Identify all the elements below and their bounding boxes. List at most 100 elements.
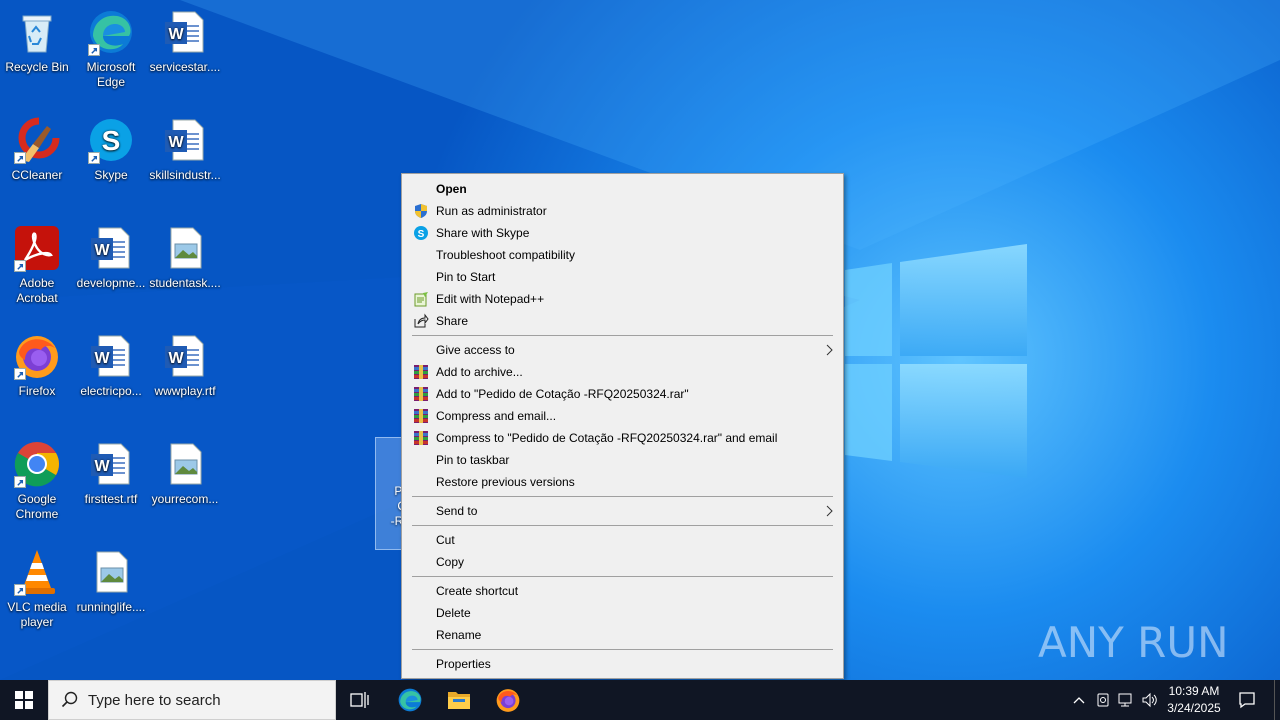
desktop-icon-skype[interactable]: S Skype — [74, 116, 148, 183]
menu-item-edit-with-notepadpp[interactable]: Edit with Notepad++ — [402, 288, 843, 310]
taskbar-file-explorer[interactable] — [435, 680, 483, 720]
menu-item-label: Create shortcut — [436, 584, 519, 598]
svg-text:W: W — [94, 458, 110, 475]
taskbar-edge[interactable] — [386, 680, 434, 720]
winrar-icon — [413, 408, 429, 424]
menu-item-create-shortcut[interactable]: Create shortcut — [402, 580, 843, 602]
menu-item-troubleshoot-compatibility[interactable]: Troubleshoot compatibility — [402, 244, 843, 266]
winrar-icon — [413, 364, 429, 380]
desktop-icon-wwwplay[interactable]: W wwwplay.rtf — [148, 332, 222, 399]
chrome-icon — [13, 440, 61, 488]
desktop-icon-adobe-acrobat[interactable]: Adobe Acrobat — [0, 224, 74, 306]
menu-item-label: Send to — [436, 504, 478, 518]
desktop-icon-electricpo[interactable]: W electricpo... — [74, 332, 148, 399]
desktop-icon-firefox[interactable]: Firefox — [0, 332, 74, 399]
menu-item-label: Share — [436, 314, 469, 328]
edge-icon — [87, 8, 135, 56]
menu-item-pin-to-taskbar[interactable]: Pin to taskbar — [402, 449, 843, 471]
tray-network-button[interactable] — [1116, 690, 1136, 710]
svg-text:S: S — [418, 229, 425, 240]
desktop-icon-label: Google Chrome — [15, 492, 59, 521]
desktop-icon-label: Skype — [94, 168, 128, 182]
menu-item-copy[interactable]: Copy — [402, 551, 843, 573]
desktop-icon-label: CCleaner — [11, 168, 63, 182]
desktop-icon-label: VLC media player — [7, 600, 67, 629]
shortcut-arrow-icon — [88, 44, 100, 56]
desktop-icon-label: skillsindustr... — [149, 168, 221, 182]
menu-item-label: Pin to taskbar — [436, 453, 510, 467]
desktop-icon-runninglife[interactable]: runninglife.... — [74, 548, 148, 615]
desktop-icon-skillsindustr[interactable]: W skillsindustr... — [148, 116, 222, 183]
menu-separator — [402, 493, 843, 500]
menu-item-share-with-skype[interactable]: S Share with Skype — [402, 222, 843, 244]
menu-item-delete[interactable]: Delete — [402, 602, 843, 624]
volume-icon — [1142, 692, 1157, 708]
word-document-icon: W — [161, 332, 209, 380]
menu-item-pin-to-start[interactable]: Pin to Start — [402, 266, 843, 288]
menu-item-label: Share with Skype — [436, 226, 530, 240]
menu-item-compress-and-email[interactable]: Compress and email... — [402, 405, 843, 427]
desktop-icon-yourrecom[interactable]: yourrecom... — [148, 440, 222, 507]
desktop-icon-label: Microsoft Edge — [86, 60, 136, 89]
svg-text:W: W — [168, 26, 184, 43]
menu-item-share[interactable]: Share — [402, 310, 843, 332]
tray-volume-button[interactable] — [1140, 690, 1160, 710]
desktop-icon-firsttest[interactable]: W firsttest.rtf — [74, 440, 148, 507]
file-explorer-icon — [448, 692, 470, 709]
tray-device-icon-button[interactable] — [1093, 690, 1113, 710]
menu-item-restore-previous-versions[interactable]: Restore previous versions — [402, 471, 843, 493]
adobe-acrobat-icon — [13, 224, 61, 272]
clock-time: 10:39 AM — [1168, 684, 1220, 698]
desktop-icon-developme[interactable]: W developme... — [74, 224, 148, 291]
start-button[interactable] — [0, 680, 48, 720]
task-view-button[interactable] — [336, 680, 384, 720]
svg-text:W: W — [94, 350, 110, 367]
desktop-icon-label: electricpo... — [80, 384, 142, 398]
notepadpp-icon — [413, 291, 429, 307]
menu-item-label: Compress and email... — [436, 409, 557, 423]
desktop-icon-google-chrome[interactable]: Google Chrome — [0, 440, 74, 522]
menu-item-label: Delete — [436, 606, 471, 620]
menu-separator — [402, 522, 843, 529]
desktop-icon-servicestar[interactable]: W servicestar.... — [148, 8, 222, 75]
taskbar-search-box[interactable]: Type here to search — [48, 680, 336, 720]
skype-icon: S — [413, 225, 429, 241]
image-file-icon — [161, 224, 209, 272]
firefox-icon — [496, 689, 520, 712]
desktop-icon-recycle-bin[interactable]: Recycle Bin — [0, 8, 74, 75]
desktop-icon-microsoft-edge[interactable]: Microsoft Edge — [74, 8, 148, 90]
desktop-icon-studentask[interactable]: studentask.... — [148, 224, 222, 291]
shortcut-arrow-icon — [14, 476, 26, 488]
anyrun-watermark: ANY RUN — [1038, 608, 1238, 674]
action-center-button[interactable] — [1237, 690, 1257, 710]
menu-item-rename[interactable]: Rename — [402, 624, 843, 646]
desktop-icon-label: developme... — [76, 276, 146, 290]
show-hidden-icons-button[interactable] — [1069, 690, 1089, 710]
watermark-text: ANY RUN — [1038, 618, 1229, 667]
desktop-icon-label: Adobe Acrobat — [16, 276, 58, 305]
desktop-icon-vlc[interactable]: VLC media player — [0, 548, 74, 630]
menu-item-cut[interactable]: Cut — [402, 529, 843, 551]
menu-item-label: Restore previous versions — [436, 475, 575, 489]
menu-separator — [402, 573, 843, 580]
shortcut-arrow-icon — [14, 260, 26, 272]
taskbar-firefox[interactable] — [484, 680, 532, 720]
menu-item-send-to[interactable]: Send to — [402, 500, 843, 522]
menu-item-run-as-administrator[interactable]: Run as administrator — [402, 200, 843, 222]
shortcut-arrow-icon — [14, 368, 26, 380]
desktop-icon-label: runninglife.... — [76, 600, 146, 614]
desktop-icon-ccleaner[interactable]: CCleaner — [0, 116, 74, 183]
show-desktop-button[interactable] — [1274, 680, 1280, 720]
menu-item-compress-to-rar-and-email[interactable]: Compress to "Pedido de Cotação -RFQ20250… — [402, 427, 843, 449]
menu-item-label: Add to archive... — [436, 365, 523, 379]
menu-item-open[interactable]: Open — [402, 178, 843, 200]
menu-item-add-to-archive[interactable]: Add to archive... — [402, 361, 843, 383]
taskbar-clock[interactable]: 10:39 AM 3/24/2025 — [1160, 683, 1228, 717]
menu-separator — [402, 646, 843, 653]
menu-item-properties[interactable]: Properties — [402, 653, 843, 675]
svg-text:S: S — [102, 125, 121, 156]
menu-item-add-to-rar[interactable]: Add to "Pedido de Cotação -RFQ20250324.r… — [402, 383, 843, 405]
menu-item-give-access-to[interactable]: Give access to — [402, 339, 843, 361]
shortcut-arrow-icon — [14, 152, 26, 164]
ccleaner-icon — [13, 116, 61, 164]
